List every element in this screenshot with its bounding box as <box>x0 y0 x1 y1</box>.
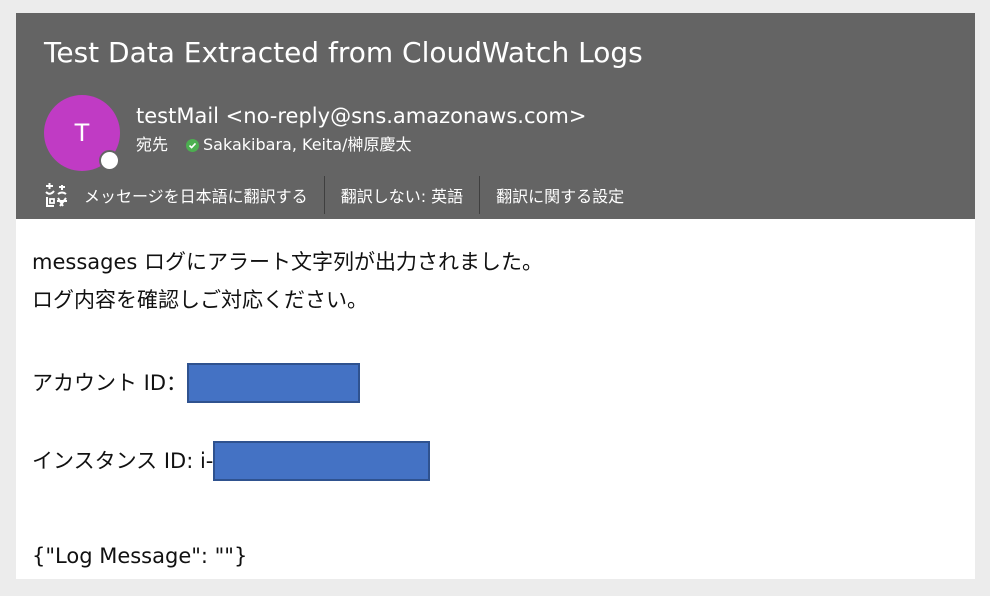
instance-id-line: インスタンス ID: i- <box>32 441 431 481</box>
verified-check-icon <box>186 138 200 152</box>
body-line: messages ログにアラート文字列が出力されました。 <box>32 250 543 274</box>
recipient-name[interactable]: Sakakibara, Keita/榊原慶太 <box>203 134 411 156</box>
presence-status-icon <box>99 150 120 171</box>
translation-settings-label: 翻訳に関する設定 <box>496 187 625 206</box>
recipients-line: 宛先 Sakakibara, Keita/榊原慶太 <box>136 134 411 156</box>
body-line: ログ内容を確認しご対応ください。 <box>32 288 368 312</box>
dont-translate-button[interactable]: 翻訳しない: 英語 <box>325 175 479 215</box>
account-id-line: アカウント ID： <box>32 363 361 403</box>
instance-id-label: インスタンス ID: i- <box>32 449 214 473</box>
to-label: 宛先 <box>136 135 169 154</box>
instance-id-redaction <box>213 441 431 481</box>
log-message-line: {"Log Message": ""} <box>32 544 248 568</box>
translate-icon <box>44 182 70 208</box>
dont-translate-label: 翻訳しない: 英語 <box>340 187 464 206</box>
translation-bar: メッセージを日本語に翻訳する 翻訳しない: 英語 翻訳に関する設定 <box>16 175 975 215</box>
account-id-label: アカウント ID： <box>32 371 188 395</box>
email-header: Test Data Extracted from CloudWatch Logs… <box>16 13 975 219</box>
email-subject: Test Data Extracted from CloudWatch Logs <box>44 36 643 69</box>
translation-settings-button[interactable]: 翻訳に関する設定 <box>480 175 640 215</box>
translate-message-label: メッセージを日本語に翻訳する <box>84 187 308 206</box>
email-reading-pane: Test Data Extracted from CloudWatch Logs… <box>16 13 975 579</box>
account-id-redaction <box>187 363 361 403</box>
translate-message-button[interactable]: メッセージを日本語に翻訳する <box>16 175 324 215</box>
sender[interactable]: testMail <no-reply@sns.amazonaws.com> <box>136 102 586 130</box>
avatar-initial: T <box>74 119 90 147</box>
